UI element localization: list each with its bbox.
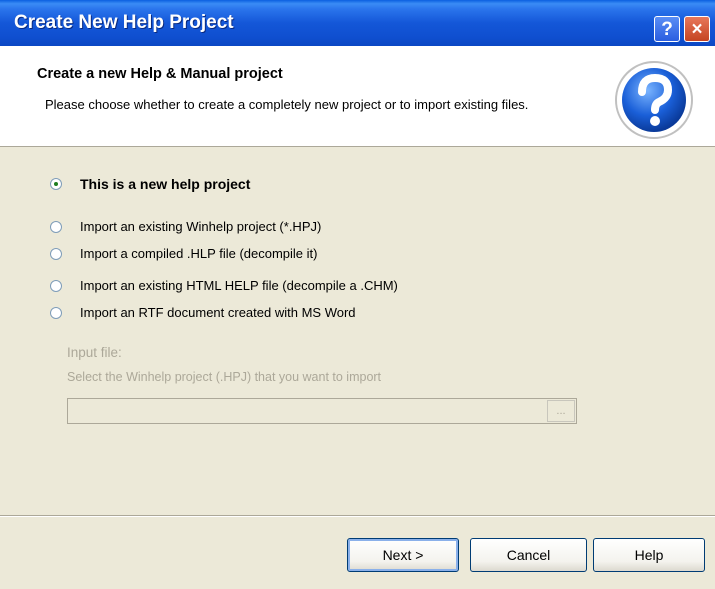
dialog-window: Create New Help Project ? × Create a new… bbox=[0, 0, 715, 589]
radio-import-chm[interactable] bbox=[50, 279, 62, 292]
header-description: Please choose whether to create a comple… bbox=[45, 97, 529, 112]
help-question-icon bbox=[615, 61, 693, 139]
option-import-winhelp-label: Import an existing Winhelp project (*.HP… bbox=[80, 219, 322, 234]
input-file-field[interactable] bbox=[67, 398, 577, 424]
option-import-hlp-label: Import a compiled .HLP file (decompile i… bbox=[80, 246, 318, 261]
header-title: Create a new Help & Manual project bbox=[37, 66, 283, 82]
option-new-project[interactable]: This is a new help project bbox=[50, 176, 250, 192]
radio-new-project[interactable] bbox=[50, 178, 62, 190]
help-button[interactable]: Help bbox=[593, 538, 705, 572]
next-button[interactable]: Next > bbox=[347, 538, 459, 572]
option-import-rtf[interactable]: Import an RTF document created with MS W… bbox=[50, 305, 356, 320]
option-import-chm[interactable]: Import an existing HTML HELP file (decom… bbox=[50, 278, 398, 293]
title-bar[interactable]: Create New Help Project ? × bbox=[0, 0, 715, 46]
option-new-project-label: This is a new help project bbox=[80, 176, 251, 192]
window-title: Create New Help Project bbox=[14, 12, 234, 33]
footer-divider bbox=[0, 515, 715, 517]
radio-import-rtf[interactable] bbox=[50, 306, 62, 319]
title-help-button[interactable]: ? bbox=[654, 16, 680, 42]
option-import-rtf-label: Import an RTF document created with MS W… bbox=[80, 305, 356, 320]
radio-import-winhelp[interactable] bbox=[50, 220, 62, 233]
browse-button[interactable]: ... bbox=[547, 400, 575, 422]
option-import-chm-label: Import an existing HTML HELP file (decom… bbox=[80, 278, 398, 293]
option-import-winhelp[interactable]: Import an existing Winhelp project (*.HP… bbox=[50, 219, 321, 234]
option-import-hlp[interactable]: Import a compiled .HLP file (decompile i… bbox=[50, 246, 317, 261]
input-file-hint: Select the Winhelp project (.HPJ) that y… bbox=[67, 370, 382, 384]
radio-import-hlp[interactable] bbox=[50, 247, 62, 260]
close-button[interactable]: × bbox=[684, 16, 710, 42]
input-file-label: Input file: bbox=[67, 345, 122, 360]
cancel-button[interactable]: Cancel bbox=[470, 538, 587, 572]
